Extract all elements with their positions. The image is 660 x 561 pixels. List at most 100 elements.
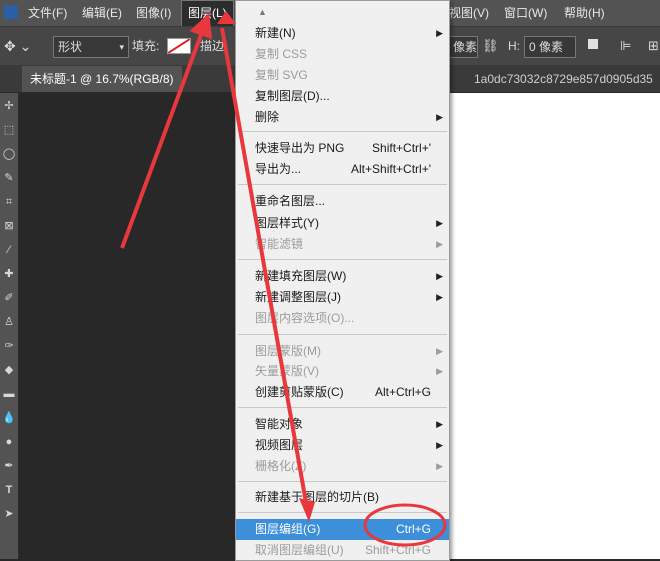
menu-separator (238, 407, 447, 408)
menu-separator (238, 512, 447, 513)
menu-item-delete[interactable]: 删除 ▶ (236, 107, 449, 128)
menu-item-layer-content-options[interactable]: 图层内容选项(O)... (236, 308, 449, 329)
menu-help[interactable]: 帮助(H) (558, 0, 611, 26)
menu-item-rename-layer[interactable]: 重命名图层... (236, 191, 449, 212)
menu-item-new-adjustment-layer[interactable]: 新建调整图层(J) ▶ (236, 287, 449, 308)
menu-item-create-clipping-mask[interactable]: 创建剪贴蒙版(C) Alt+Ctrl+G (236, 382, 449, 403)
menu-item-ungroup-layers[interactable]: 取消图层编组(U) Shift+Ctrl+G (236, 540, 449, 561)
dodge-tool-icon[interactable]: ● (2, 435, 16, 449)
menu-item-label: 矢量蒙版(V) (255, 364, 319, 378)
menu-item-rasterize[interactable]: 栅格化(Z) ▶ (236, 456, 449, 477)
menu-item-label: 新建基于图层的切片(B) (255, 490, 379, 504)
menu-item-label: 图层样式(Y) (255, 216, 319, 230)
menu-item-new[interactable]: 新建(N) ▶ (236, 23, 449, 44)
menu-file[interactable]: 文件(F) (22, 0, 73, 26)
tools-panel: ✢ ⬚ ◯ ✎ ⌗ ⊠ ⁄ ✚ ✐ ♙ ✑ ◆ ▬ 💧 ● ✒ T ➤ (0, 93, 19, 559)
gradient-tool-icon[interactable]: ▬ (2, 387, 16, 401)
menu-item-label: 创建剪贴蒙版(C) (255, 385, 344, 399)
menu-item-quick-export-png[interactable]: 快速导出为 PNG Shift+Ctrl+' (236, 138, 449, 159)
menu-item-layer-style[interactable]: 图层样式(Y) ▶ (236, 213, 449, 234)
type-tool-icon[interactable]: T (2, 483, 16, 497)
menu-item-smart-filter[interactable]: 智能滤镜 ▶ (236, 234, 449, 255)
menu-item-video-layers[interactable]: 视频图层 ▶ (236, 435, 449, 456)
baidu-watermark-url: jingyan.baidu.com (505, 532, 594, 544)
menu-item-new-fill-layer[interactable]: 新建填充图层(W) ▶ (236, 266, 449, 287)
quick-select-tool-icon[interactable]: ✎ (2, 171, 16, 185)
menu-item-group-layers[interactable]: 图层编组(G) Ctrl+G (236, 519, 449, 540)
menu-view[interactable]: 视图(V) (443, 0, 495, 26)
menu-item-new-layer-based-slice[interactable]: 新建基于图层的切片(B) (236, 487, 449, 508)
menu-item-label: 快速导出为 PNG (255, 141, 345, 155)
menu-separator (238, 259, 447, 260)
shape-tool-icon[interactable]: ✥ ⌄ (4, 36, 31, 56)
menu-item-shortcut: Shift+Ctrl+G (364, 543, 431, 557)
menu-item-shortcut: Ctrl+G (395, 522, 431, 536)
marquee-tool-icon[interactable]: ⬚ (2, 123, 16, 137)
menu-layer[interactable]: 图层(L) (181, 0, 234, 26)
menu-item-label: 视频图层 (255, 438, 304, 452)
link-icon[interactable]: ⛓ (482, 36, 499, 56)
menu-item-smart-object[interactable]: 智能对象 ▶ (236, 414, 449, 435)
menu-item-shortcut: Shift+Ctrl+' (372, 141, 431, 155)
stroke-label: 描边: (200, 39, 228, 53)
menu-item-shortcut: Alt+Shift+Ctrl+' (351, 162, 431, 176)
healing-tool-icon[interactable]: ✚ (2, 267, 16, 281)
blur-tool-icon[interactable]: 💧 (2, 411, 16, 425)
shape-mode-select[interactable]: 形状 ▾ (53, 36, 129, 58)
menu-item-vector-mask[interactable]: 矢量蒙版(V) ▶ (236, 361, 449, 382)
path-select-tool-icon[interactable]: ➤ (2, 507, 16, 521)
canvas-workspace[interactable] (19, 93, 235, 559)
move-tool-icon[interactable]: ✢ (2, 99, 16, 113)
fill-label: 填充: (132, 39, 160, 53)
menu-item-duplicate-layer[interactable]: 复制图层(D)... (236, 86, 449, 107)
stamp-tool-icon[interactable]: ♙ (2, 315, 16, 329)
menu-item-copy-css[interactable]: 复制 CSS (236, 44, 449, 65)
menu-item-label: 复制图层(D)... (255, 89, 330, 103)
menu-item-label: 新建(N) (255, 26, 296, 40)
crop-tool-icon[interactable]: ⌗ (2, 195, 16, 209)
eraser-tool-icon[interactable]: ◆ (2, 363, 16, 377)
menu-item-label: 导出为... (255, 162, 302, 176)
submenu-arrow-icon: ▶ (436, 239, 443, 249)
pen-tool-icon[interactable]: ✒ (2, 459, 16, 473)
tab-image[interactable]: 1a0dc73032c8729e857d0905d35 (466, 66, 660, 92)
menu-item-export-as[interactable]: 导出为... Alt+Shift+Ctrl+' (236, 159, 449, 180)
canvas-document[interactable] (448, 93, 660, 559)
menu-item-label: 重命名图层... (255, 194, 326, 208)
menu-item-copy-svg[interactable]: 复制 SVG (236, 65, 449, 86)
height-input[interactable]: 0 像素 (524, 36, 576, 58)
pixels-field[interactable]: 像素 (448, 36, 478, 58)
scroll-up-icon[interactable]: ▲ (258, 7, 267, 17)
menu-item-label: 复制 CSS (255, 47, 308, 61)
menu-item-label: 智能滤镜 (255, 237, 304, 251)
path-alignment-icon[interactable]: ⊫ (620, 36, 631, 56)
eyedropper-tool-icon[interactable]: ⁄ (2, 243, 16, 257)
submenu-arrow-icon: ▶ (436, 28, 443, 38)
fill-swatch[interactable] (167, 38, 191, 54)
lasso-tool-icon[interactable]: ◯ (2, 147, 16, 161)
menu-item-label: 取消图层编组(U) (255, 543, 344, 557)
path-operations-icon[interactable] (588, 39, 598, 49)
tab-untitled[interactable]: 未标题-1 @ 16.7%(RGB/8) (22, 66, 182, 92)
history-brush-tool-icon[interactable]: ✑ (2, 339, 16, 353)
menu-item-label: 栅格化(Z) (255, 459, 307, 473)
menu-item-label: 图层内容选项(O)... (255, 311, 355, 325)
submenu-arrow-icon: ▶ (436, 346, 443, 356)
app-logo (4, 5, 18, 19)
baidu-watermark: Baidu 经验 (505, 507, 617, 532)
tab-image-label: 1a0dc73032c8729e857d0905d35 (474, 72, 653, 86)
submenu-arrow-icon: ▶ (436, 419, 443, 429)
submenu-arrow-icon: ▶ (436, 366, 443, 376)
chevron-down-icon: ▾ (119, 42, 124, 52)
submenu-arrow-icon: ▶ (436, 218, 443, 228)
menu-item-layer-mask[interactable]: 图层蒙版(M) ▶ (236, 341, 449, 362)
menu-edit[interactable]: 编辑(E) (76, 0, 128, 26)
menu-window[interactable]: 窗口(W) (498, 0, 553, 26)
shape-mode-value: 形状 (58, 40, 83, 54)
menu-image[interactable]: 图像(I) (130, 0, 177, 26)
frame-tool-icon[interactable]: ⊠ (2, 219, 16, 233)
brush-tool-icon[interactable]: ✐ (2, 291, 16, 305)
path-arrangement-icon[interactable]: ⊞ (648, 36, 659, 56)
menu-separator (238, 131, 447, 132)
menu-separator (238, 184, 447, 185)
